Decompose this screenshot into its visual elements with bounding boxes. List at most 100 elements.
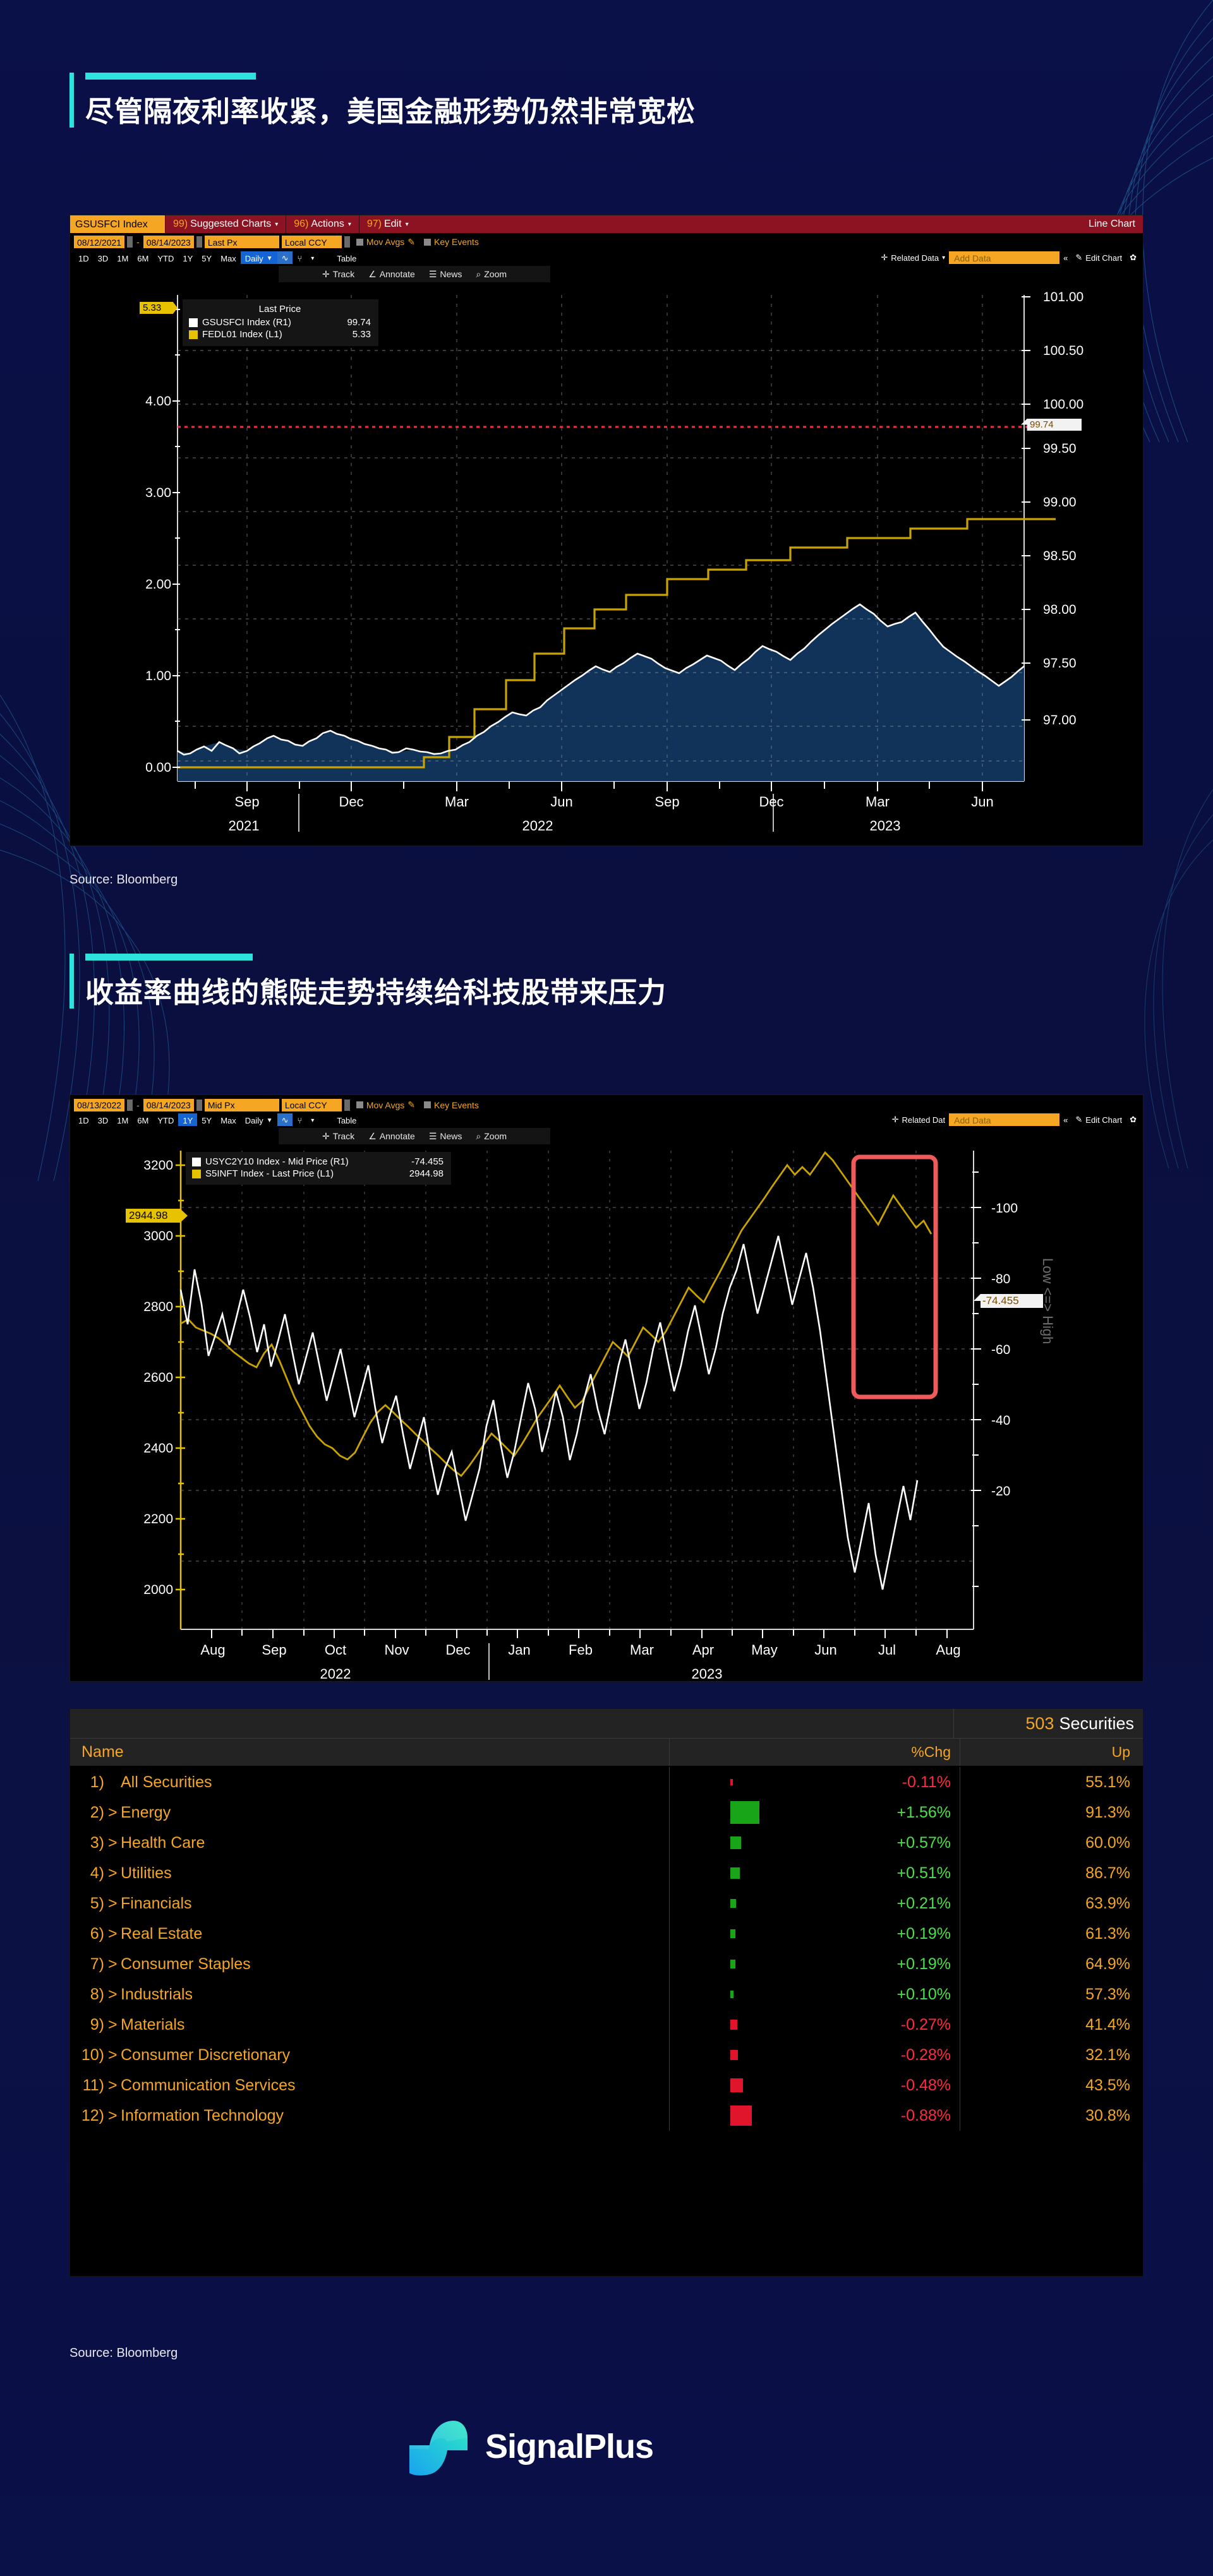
chart2-range-5y[interactable]: 5Y [197, 1113, 216, 1126]
table-row[interactable]: 5) > Financials +0.21% 63.9% [70, 1888, 1143, 1919]
chart1-bar-chart-icon[interactable]: ⑂ [293, 251, 306, 264]
chart1-range-5y[interactable]: 5Y [197, 251, 216, 264]
chart2-key-events-toggle[interactable]: Key Events [424, 1100, 479, 1110]
expand-chevron-icon[interactable]: > [108, 1925, 121, 1943]
chart2-collapse-icon[interactable]: « [1059, 1115, 1071, 1125]
chart1-menu-suggested-charts[interactable]: 99) Suggested Charts ▾ [165, 215, 286, 233]
chart2-mov-avgs-toggle[interactable]: Mov Avgs ✎ [356, 1099, 415, 1110]
chart1-zoom-tool[interactable]: ⌕ Zoom [476, 269, 507, 280]
chart2-date-to-input[interactable]: 08/14/2023 [143, 1098, 194, 1111]
chart1-table-button[interactable]: Table [332, 251, 361, 264]
chevron-down-icon: ▼ [266, 255, 273, 262]
table-row[interactable]: 12) > Information Technology -0.88% 30.8% [70, 2100, 1143, 2131]
chart2-bar-chart-icon[interactable]: ⑂ [293, 1113, 306, 1126]
chart2-xtick-dec22: Dec [445, 1642, 470, 1658]
chart2-range-6m[interactable]: 6M [133, 1113, 153, 1126]
table-row[interactable]: 1) All Securities -0.11% 55.1% [70, 1767, 1143, 1797]
expand-chevron-icon[interactable]: > [108, 2046, 121, 2064]
chart2-range-max[interactable]: Max [216, 1113, 241, 1126]
chart1-currency-select[interactable]: Local CCY [281, 236, 342, 248]
chart1-ticker-field[interactable]: GSUSFCI Index [70, 215, 165, 233]
table-row[interactable]: 11) > Communication Services -0.48% 43.5% [70, 2070, 1143, 2100]
legend-swatch-icon [192, 1157, 201, 1166]
chart1-key-events-toggle[interactable]: Key Events [424, 237, 479, 247]
chart1-edit-chart-button[interactable]: ✎ Edit Chart [1071, 253, 1126, 263]
chart2-more-options-icon[interactable]: ▾ [306, 1113, 318, 1126]
expand-chevron-icon[interactable]: > [108, 2076, 121, 2095]
chart1-annotate-tool[interactable]: ∠ Annotate [368, 269, 415, 280]
table-row[interactable]: 7) > Consumer Staples +0.19% 64.9% [70, 1949, 1143, 1979]
menu-number: 99) [173, 219, 188, 229]
expand-chevron-icon[interactable]: > [108, 1864, 121, 1883]
expand-chevron-icon[interactable]: > [108, 1986, 121, 2004]
chart2-date-from-stepper[interactable] [127, 1099, 133, 1111]
chart2-price-type-select[interactable]: Mid Px [204, 1098, 279, 1111]
table-row[interactable]: 2) > Energy +1.56% 91.3% [70, 1797, 1143, 1828]
chart2-track-tool[interactable]: ✛ Track [322, 1131, 354, 1142]
chart2-line-chart-icon[interactable]: ∿ [277, 1113, 293, 1126]
expand-chevron-icon[interactable]: > [108, 1834, 121, 1852]
chart1-menu-actions[interactable]: 96) Actions ▾ [286, 215, 359, 233]
chart2-currency-dropdown-arrow[interactable] [344, 1099, 350, 1111]
chart2-range-1d[interactable]: 1D [74, 1113, 94, 1126]
chart1-price-type-select[interactable]: Last Px [204, 236, 279, 248]
chart1-line-chart-icon[interactable]: ∿ [277, 251, 293, 264]
chart2-news-tool[interactable]: ☰ News [429, 1131, 462, 1142]
chart1-add-data-input[interactable]: Add Data [949, 251, 1060, 264]
table-row[interactable]: 3) > Health Care +0.57% 60.0% [70, 1828, 1143, 1858]
chart1-right-tick-97: 97.00 [1043, 713, 1077, 728]
chart1-range-1m[interactable]: 1M [112, 251, 133, 264]
chart1-range-ytd[interactable]: YTD [153, 251, 178, 264]
chart1-currency-dropdown-arrow[interactable] [344, 236, 350, 248]
chart2-date-from-input[interactable]: 08/13/2022 [74, 1098, 125, 1111]
expand-chevron-icon[interactable]: > [108, 2107, 121, 2125]
chart1-collapse-icon[interactable]: « [1059, 253, 1071, 263]
chart2-zoom-tool[interactable]: ⌕ Zoom [476, 1131, 507, 1142]
up-pct-value: 64.9% [960, 1949, 1143, 1979]
chart2-range-1y[interactable]: 1Y [178, 1113, 198, 1126]
chart2-annotate-tool[interactable]: ∠ Annotate [368, 1131, 415, 1142]
chart1-date-from-input[interactable]: 08/12/2021 [74, 236, 125, 248]
chart1-range-max[interactable]: Max [216, 251, 241, 264]
chart2-related-data-button[interactable]: ✛ Related Dat [888, 1115, 950, 1125]
chart2-currency-select[interactable]: Local CCY [281, 1098, 342, 1111]
chart2-settings-gear-icon[interactable]: ✿ [1126, 1115, 1143, 1125]
chart2-range-3d[interactable]: 3D [94, 1113, 113, 1126]
table-row[interactable]: 9) > Materials -0.27% 41.4% [70, 2010, 1143, 2040]
table-row[interactable]: 4) > Utilities +0.51% 86.7% [70, 1858, 1143, 1888]
expand-chevron-icon[interactable]: > [108, 1955, 121, 1974]
chart1-settings-gear-icon[interactable]: ✿ [1126, 253, 1143, 263]
table-row[interactable]: 8) > Industrials +0.10% 57.3% [70, 1979, 1143, 2010]
chart2-range-1m[interactable]: 1M [112, 1113, 133, 1126]
sector-name: Energy [121, 1803, 171, 1821]
chart1-date-to-input[interactable]: 08/14/2023 [143, 236, 194, 248]
chart1-year-2022: 2022 [522, 818, 553, 834]
table-row[interactable]: 10) > Consumer Discretionary -0.28% 32.1% [70, 2040, 1143, 2070]
chart1-mov-avgs-toggle[interactable]: Mov Avgs ✎ [356, 237, 415, 248]
expand-chevron-icon[interactable]: > [108, 2016, 121, 2034]
chart1-range-3d[interactable]: 3D [94, 251, 113, 264]
chart1-track-tool[interactable]: ✛ Track [322, 269, 354, 280]
chart1-date-to-stepper[interactable] [196, 236, 202, 248]
expand-chevron-icon[interactable]: > [108, 1895, 121, 1913]
chart2-frequency-select[interactable]: Daily ▼ [241, 1113, 277, 1126]
chart2-edit-chart-button[interactable]: ✎ Edit Chart [1071, 1115, 1126, 1125]
chart1-range-1y[interactable]: 1Y [178, 251, 197, 264]
track-label: Track [332, 269, 355, 279]
chart1-range-1d[interactable]: 1D [74, 251, 94, 264]
chart2-date-to-stepper[interactable] [196, 1099, 202, 1111]
expand-chevron-icon[interactable]: > [108, 1804, 121, 1822]
chart1-menu-edit[interactable]: 97) Edit ▾ [358, 215, 416, 233]
chart1-related-data-button[interactable]: ✛ Related Data ▾ [877, 253, 949, 263]
table-row[interactable]: 6) > Real Estate +0.19% 61.3% [70, 1919, 1143, 1949]
chart1-news-tool[interactable]: ☰ News [429, 269, 462, 280]
chart2-range-ytd[interactable]: YTD [153, 1113, 178, 1126]
chart1-range-6m[interactable]: 6M [133, 251, 153, 264]
chart1-frequency-select[interactable]: Daily ▼ [240, 251, 277, 264]
chart1-date-from-stepper[interactable] [127, 236, 133, 248]
chart1-more-options-icon[interactable]: ▾ [306, 251, 318, 264]
chart2-add-data-input[interactable]: Add Data [949, 1113, 1060, 1126]
up-pct-value: 30.8% [960, 2100, 1143, 2131]
chart2-table-button[interactable]: Table [332, 1113, 361, 1126]
signalplus-mark-icon [409, 2421, 468, 2476]
